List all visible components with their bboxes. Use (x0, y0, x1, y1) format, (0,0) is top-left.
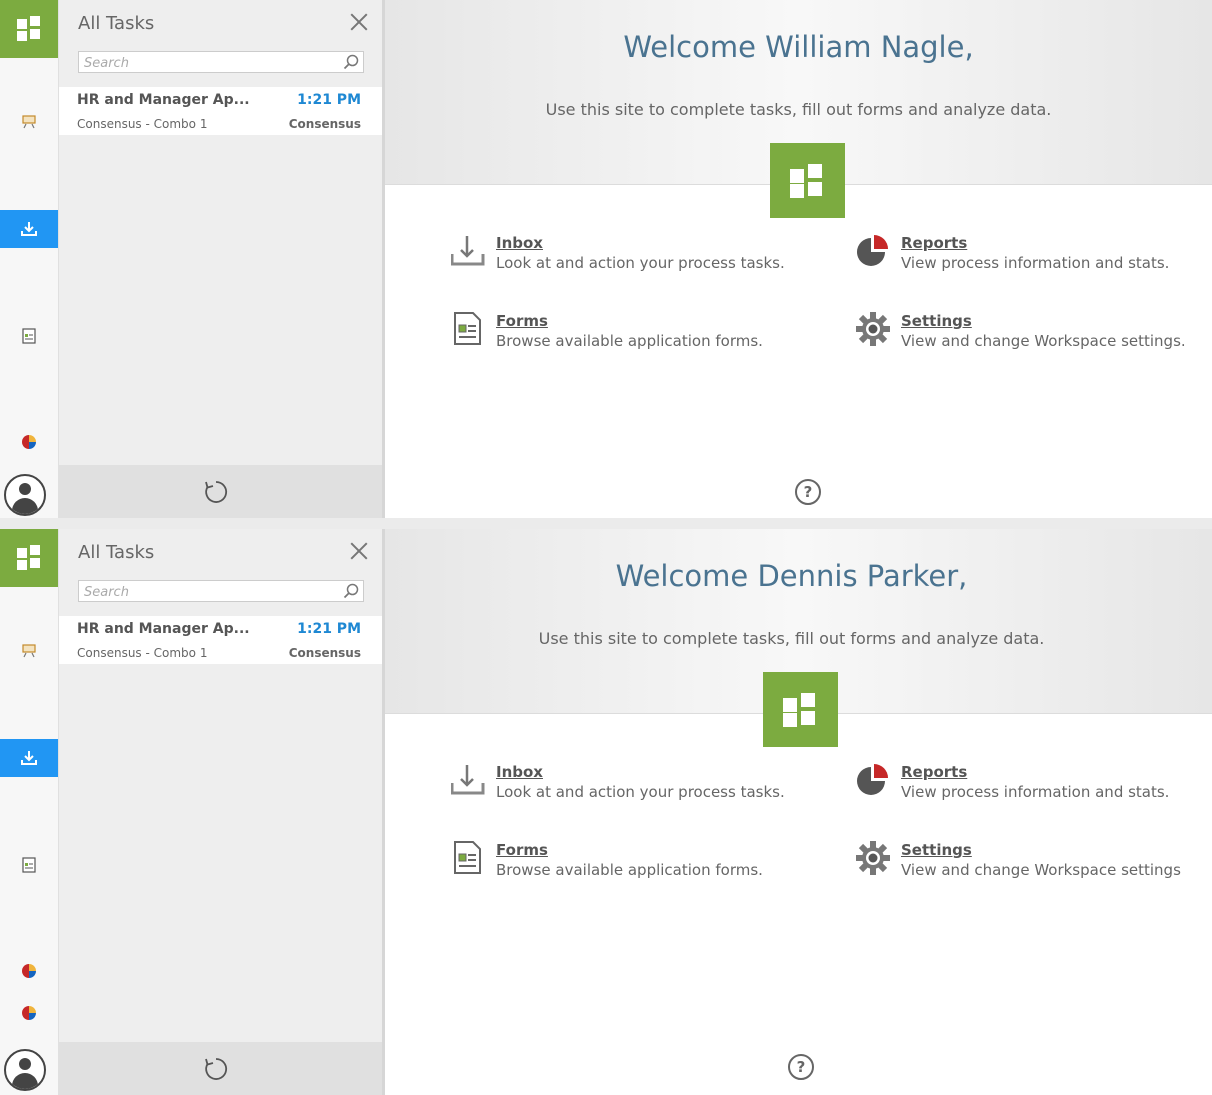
task-time: 1:21 PM (297, 92, 361, 108)
task-panel-footer (59, 1042, 382, 1095)
inbox-download-icon (21, 222, 37, 236)
form-icon (22, 328, 36, 344)
pie-chart-icon (22, 435, 36, 449)
inbox-description: Look at and action your process tasks. (496, 254, 785, 272)
reports-link[interactable]: Reports (901, 234, 967, 252)
close-icon[interactable] (348, 540, 370, 562)
workspace-logo (770, 143, 845, 218)
reports-pie-icon (857, 764, 888, 795)
task-time: 1:21 PM (297, 621, 361, 637)
home-grid-icon (790, 164, 822, 198)
task-subtitle: Consensus - Combo 1 (77, 117, 208, 131)
main-content: Welcome William Nagle, Use this site to … (385, 0, 1212, 518)
forms-description: Browse available application forms. (496, 332, 763, 350)
home-grid-icon (17, 16, 40, 41)
settings-link[interactable]: Settings (901, 312, 972, 330)
inbox-download-icon (21, 751, 37, 765)
task-panel-title: All Tasks (78, 13, 155, 34)
rail-presentation-button[interactable] (0, 632, 58, 670)
task-title: HR and Manager Ap... (77, 621, 250, 637)
nav-rail (0, 0, 59, 518)
easel-icon (22, 644, 36, 658)
reports-pie-icon (857, 235, 888, 266)
refresh-icon[interactable] (203, 1056, 229, 1082)
task-title: HR and Manager Ap... (77, 92, 250, 108)
rail-forms-button[interactable] (0, 846, 58, 884)
task-source: Consensus (288, 117, 361, 131)
settings-description: View and change Workspace settings. (901, 332, 1186, 350)
close-icon[interactable] (348, 11, 370, 33)
settings-gear-icon (856, 312, 890, 346)
home-grid-icon (783, 693, 815, 727)
home-button[interactable] (0, 529, 58, 587)
task-panel: All Tasks HR and Manager Ap... 1:21 PM C… (59, 0, 385, 518)
welcome-tagline: Use this site to complete tasks, fill ou… (545, 100, 1052, 119)
task-panel: All Tasks HR and Manager Ap... 1:21 PM C… (59, 529, 385, 1095)
reports-description: View process information and stats. (901, 254, 1170, 272)
easel-icon (22, 115, 36, 129)
task-list-item[interactable]: HR and Manager Ap... 1:21 PM Consensus -… (59, 616, 382, 664)
inbox-link[interactable]: Inbox (496, 763, 543, 781)
rail-reports-button[interactable] (0, 423, 58, 461)
rail-inbox-button[interactable] (0, 210, 58, 248)
home-grid-icon (17, 545, 40, 570)
refresh-icon[interactable] (203, 479, 229, 505)
workspace-window-2: All Tasks HR and Manager Ap... 1:21 PM C… (0, 529, 1212, 1095)
settings-link[interactable]: Settings (901, 841, 972, 859)
rail-reports-secondary-button[interactable] (0, 994, 58, 1032)
workspace-logo (763, 672, 838, 747)
search-input[interactable] (79, 54, 334, 73)
form-icon (22, 857, 36, 873)
main-content: Welcome Dennis Parker, Use this site to … (385, 529, 1212, 1095)
inbox-tray-icon (451, 765, 485, 795)
home-button[interactable] (0, 0, 58, 58)
settings-gear-icon (856, 841, 890, 875)
welcome-tagline: Use this site to complete tasks, fill ou… (538, 629, 1045, 648)
task-source: Consensus (288, 646, 361, 660)
help-icon[interactable]: ? (788, 1054, 814, 1080)
help-icon[interactable]: ? (795, 479, 821, 505)
forms-link[interactable]: Forms (496, 841, 548, 859)
rail-reports-button[interactable] (0, 952, 58, 990)
task-subtitle: Consensus - Combo 1 (77, 646, 208, 660)
search-icon[interactable] (343, 583, 359, 599)
inbox-tray-icon (451, 236, 485, 266)
welcome-title: Welcome William Nagle, (623, 30, 974, 64)
rail-presentation-button[interactable] (0, 103, 58, 141)
search-icon[interactable] (343, 54, 359, 70)
forms-document-icon (454, 312, 481, 345)
inbox-description: Look at and action your process tasks. (496, 783, 785, 801)
task-search (78, 51, 364, 73)
forms-document-icon (454, 841, 481, 874)
rail-forms-button[interactable] (0, 317, 58, 355)
settings-description: View and change Workspace settings (901, 861, 1181, 879)
task-search (78, 580, 364, 602)
welcome-title: Welcome Dennis Parker, (615, 559, 968, 593)
window-separator (0, 518, 1212, 529)
rail-inbox-button[interactable] (0, 739, 58, 777)
forms-link[interactable]: Forms (496, 312, 548, 330)
task-panel-title: All Tasks (78, 542, 155, 563)
user-avatar[interactable] (4, 1049, 46, 1091)
search-input[interactable] (79, 583, 334, 602)
forms-description: Browse available application forms. (496, 861, 763, 879)
pie-chart-icon (22, 964, 36, 978)
reports-link[interactable]: Reports (901, 763, 967, 781)
reports-description: View process information and stats. (901, 783, 1170, 801)
nav-rail (0, 529, 59, 1095)
workspace-window-1: All Tasks HR and Manager Ap... 1:21 PM C… (0, 0, 1212, 518)
task-list-item[interactable]: HR and Manager Ap... 1:21 PM Consensus -… (59, 87, 382, 135)
inbox-link[interactable]: Inbox (496, 234, 543, 252)
pie-chart-icon (22, 1006, 36, 1020)
task-panel-footer (59, 465, 382, 518)
user-avatar[interactable] (4, 474, 46, 516)
